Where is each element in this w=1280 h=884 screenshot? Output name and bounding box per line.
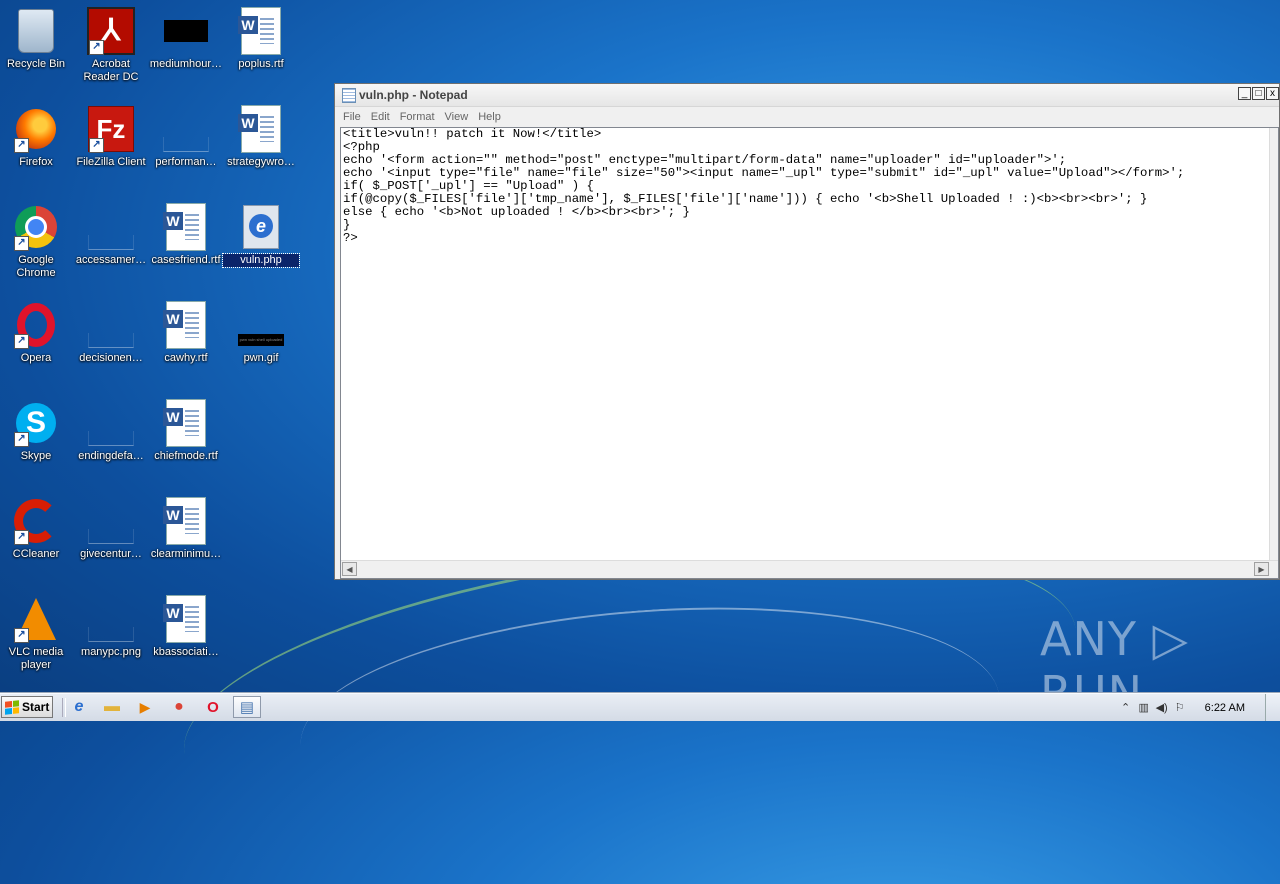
word-document-icon: W [163,399,206,447]
close-button[interactable]: x [1266,87,1279,100]
wallpaper-swoosh [293,585,1007,857]
shortcut-arrow-icon: ↗ [14,138,29,153]
blank-file-icon [88,528,134,544]
desktop-icon-recycle-bin[interactable]: Recycle Bin [0,7,74,71]
menu-file[interactable]: File [339,111,367,123]
menu-format[interactable]: Format [396,111,441,123]
desktop-icon-kbassociati[interactable]: W kbassociati… [148,595,224,659]
maximize-button[interactable]: □ [1252,87,1265,100]
volume-icon[interactable]: ◀) [1153,701,1171,714]
text-editor-area[interactable]: <title>vuln!! patch it Now!</title> <?ph… [340,127,1279,579]
show-desktop-button[interactable] [1265,694,1280,721]
horizontal-scrollbar[interactable]: ◀ ▶ [341,560,1278,578]
desktop-icon-google-chrome[interactable]: ↗ Google Chrome [0,203,74,280]
desktop-icon-cawhy[interactable]: W cawhy.rtf [148,301,224,365]
word-document-icon: W [163,497,206,545]
minimize-button[interactable]: _ [1238,87,1251,100]
taskbar-media-player-icon[interactable]: ▶ [134,697,156,717]
php-file-icon: e [243,205,279,249]
desktop-icon-opera[interactable]: ↗ Opera [0,301,74,365]
shortcut-arrow-icon: ↗ [89,40,104,55]
shortcut-arrow-icon: ↗ [14,334,29,349]
scroll-left-arrow-icon[interactable]: ◀ [342,562,357,576]
shortcut-arrow-icon: ↗ [14,628,29,643]
notepad-window[interactable]: vuln.php - Notepad _ □ x File Edit Forma… [334,83,1280,580]
blank-file-icon [88,430,134,446]
taskbar-internet-explorer-icon[interactable]: e [68,697,90,717]
tray-overflow-arrow-icon[interactable]: ⌃ [1117,701,1135,714]
desktop-icon-filezilla[interactable]: Fz ↗ FileZilla Client [73,105,149,169]
black-thumbnail-icon [164,20,208,42]
network-icon[interactable]: ▥ [1135,701,1153,714]
taskbar-chrome-icon[interactable]: ● [168,697,190,717]
shortcut-arrow-icon: ↗ [14,432,29,447]
desktop-icon-acrobat-reader[interactable]: ⅄ ↗ Acrobat Reader DC [73,7,149,84]
shortcut-arrow-icon: ↗ [89,138,104,153]
desktop-icon-accessamer[interactable]: accessamer… [73,203,149,267]
menu-help[interactable]: Help [474,111,507,123]
file-content[interactable]: <title>vuln!! patch it Now!</title> <?ph… [343,128,1258,560]
system-tray: ⌃ ▥ ◀) ⚐ 6:22 AM [1117,694,1280,721]
desktop-icon-skype[interactable]: S ↗ Skype [0,399,74,463]
desktop-icon-pwn-gif[interactable]: pwn vuln shell uploaded pwn.gif [223,301,299,365]
clock[interactable]: 6:22 AM [1205,702,1245,714]
blank-file-icon [88,332,134,348]
word-document-icon: W [238,105,281,153]
taskbar: Start e ▬ ▶ ● O ▤ ⌃ ▥ ◀) ⚐ 6:22 AM [0,693,1280,721]
taskbar-notepad-icon[interactable]: ▤ [233,696,261,718]
desktop-icon-vlc-media-player[interactable]: ↗ VLC media player [0,595,74,672]
start-button[interactable]: Start [1,696,53,718]
start-label: Start [22,700,50,714]
menu-bar: File Edit Format View Help [335,107,1279,127]
image-file-icon [88,626,134,642]
blank-file-icon [88,234,134,250]
action-center-flag-icon[interactable]: ⚐ [1171,701,1189,714]
menu-edit[interactable]: Edit [367,111,396,123]
scroll-right-arrow-icon[interactable]: ▶ [1254,562,1269,576]
desktop-icon-poplus[interactable]: W poplus.rtf [223,7,299,71]
word-document-icon: W [163,301,206,349]
taskbar-explorer-icon[interactable]: ▬ [101,697,123,717]
desktop-icon-clearminimu[interactable]: W clearminimu… [148,497,224,561]
shortcut-arrow-icon: ↗ [14,530,29,545]
windows-logo-icon [5,699,19,715]
desktop-icon-mediumhour[interactable]: mediumhour… [148,7,224,71]
desktop-icon-firefox[interactable]: ↗ Firefox [0,105,74,169]
recycle-bin-icon [18,9,54,53]
menu-view[interactable]: View [441,111,475,123]
word-document-icon: W [163,203,206,251]
shortcut-arrow-icon: ↗ [14,236,29,251]
desktop-icon-casesfriend[interactable]: W casesfriend.rtf [148,203,224,267]
word-document-icon: W [163,595,206,643]
desktop-icon-endingdefa[interactable]: endingdefa… [73,399,149,463]
taskbar-separator [62,698,66,717]
vertical-scrollbar[interactable] [1269,128,1278,578]
desktop-icon-chiefmode[interactable]: W chiefmode.rtf [148,399,224,463]
blank-file-icon [163,136,209,152]
desktop-icon-ccleaner[interactable]: ↗ CCleaner [0,497,74,561]
taskbar-opera-icon[interactable]: O [202,697,224,717]
desktop-icon-manypc[interactable]: manypc.png [73,595,149,659]
desktop-icon-decisionen[interactable]: decisionen… [73,301,149,365]
notepad-titlebar[interactable]: vuln.php - Notepad _ □ x [335,84,1279,107]
desktop-icon-givecentur[interactable]: givecentur… [73,497,149,561]
desktop-icon-performan[interactable]: performan… [148,105,224,169]
gif-thumbnail-icon: pwn vuln shell uploaded [238,334,284,346]
notepad-icon [342,88,356,103]
word-document-icon: W [238,7,281,55]
desktop-icon-strategywro[interactable]: W strategywro… [223,105,299,169]
window-title: vuln.php - Notepad [359,88,468,102]
desktop-icon-vuln-php[interactable]: e vuln.php [222,203,300,268]
